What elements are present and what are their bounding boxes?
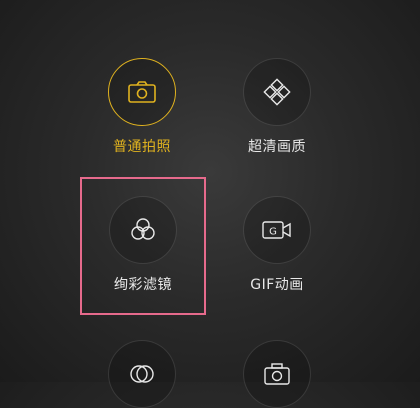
mode-gif-label: GIF动画 <box>250 277 304 293</box>
mode-camera-2-button[interactable] <box>243 340 311 408</box>
camera-outline-icon <box>264 363 290 385</box>
mode-normal-photo[interactable]: 普通拍照 <box>92 58 192 156</box>
mode-super-hd-label: 超清画质 <box>248 139 306 155</box>
mode-overlap-button[interactable] <box>108 340 176 408</box>
mode-super-hd-button[interactable] <box>243 58 311 126</box>
mode-overlap[interactable] <box>92 340 192 408</box>
overlap-circles-icon <box>130 365 154 383</box>
mode-gif[interactable]: G GIF动画 <box>227 196 327 294</box>
camera-icon <box>128 81 156 103</box>
mode-color-filter-button[interactable] <box>109 196 177 264</box>
color-filter-icon <box>131 218 155 240</box>
mode-color-filter-label: 绚彩滤镜 <box>114 277 172 293</box>
mode-camera-2[interactable] <box>227 340 327 408</box>
mode-normal-photo-button[interactable] <box>108 58 176 126</box>
svg-text:G: G <box>269 227 277 238</box>
mode-color-filter[interactable]: 绚彩滤镜 <box>93 196 193 294</box>
gif-video-icon: G <box>262 221 291 239</box>
diamond-grid-icon <box>263 78 291 106</box>
mode-super-hd[interactable]: 超清画质 <box>227 58 327 156</box>
mode-gif-button[interactable]: G <box>243 196 311 264</box>
mode-normal-photo-label: 普通拍照 <box>113 139 171 155</box>
